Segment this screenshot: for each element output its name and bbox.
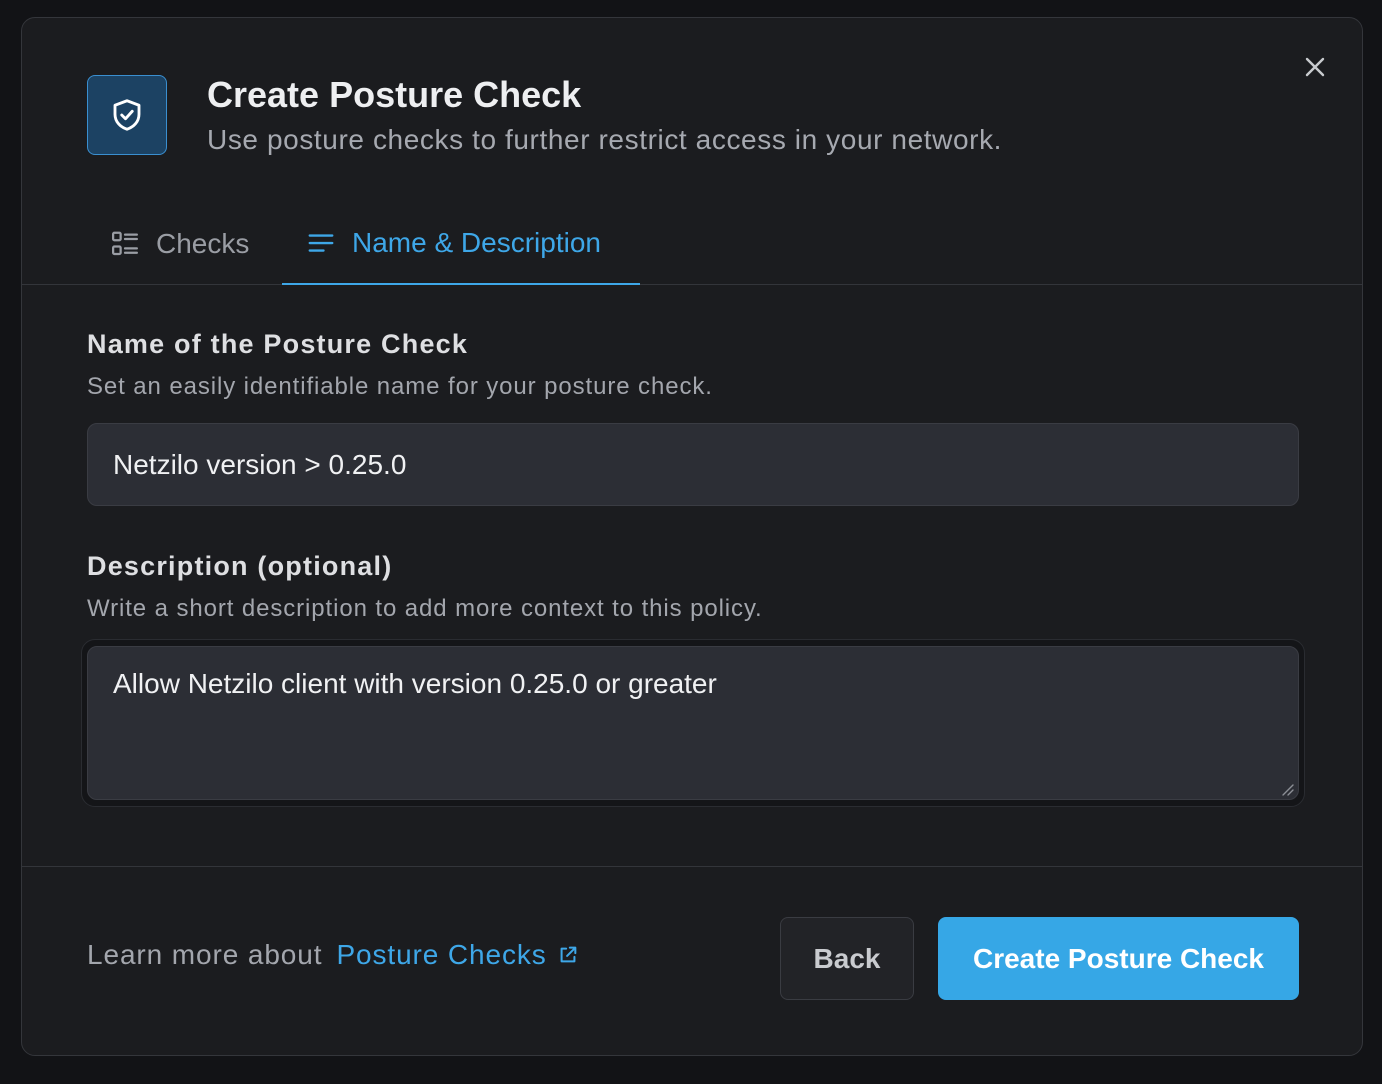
back-button[interactable]: Back: [780, 917, 914, 1000]
dialog-footer: Learn more about Posture Checks Back Cre…: [22, 866, 1362, 1055]
tab-checks-label: Checks: [156, 228, 250, 259]
posture-checks-link-label: Posture Checks: [336, 939, 547, 970]
description-field-help: Write a short description to add more co…: [87, 595, 763, 622]
tab-name-description-label: Name & Description: [352, 227, 601, 258]
create-posture-check-dialog: Create Posture Check Use posture checks …: [21, 17, 1363, 1056]
text-lines-icon: [308, 234, 334, 252]
resize-grip-icon[interactable]: [1280, 782, 1294, 796]
name-field-help: Set an easily identifiable name for your…: [87, 373, 713, 400]
description-field-label: Description (optional): [87, 551, 393, 581]
create-posture-check-button[interactable]: Create Posture Check: [938, 917, 1299, 1000]
external-link-icon: [560, 946, 577, 963]
shield-check-icon: [113, 99, 141, 131]
tab-checks[interactable]: Checks: [110, 203, 249, 285]
dialog-subtitle: Use posture checks to further restrict a…: [207, 124, 1003, 155]
tab-name-description[interactable]: Name & Description: [282, 203, 640, 285]
description-field-focus-ring: Allow Netzilo client with version 0.25.0…: [81, 639, 1305, 807]
close-icon: [1305, 57, 1325, 77]
dialog-title: Create Posture Check: [207, 74, 582, 115]
header-icon-box: [87, 75, 167, 155]
name-field-label: Name of the Posture Check: [87, 329, 469, 359]
checklist-icon: [112, 231, 138, 256]
learn-more-prefix: Learn more about: [87, 939, 323, 970]
tab-bar: Checks Name & Description: [22, 203, 1362, 285]
close-button[interactable]: [1299, 51, 1331, 83]
description-textarea[interactable]: Allow Netzilo client with version 0.25.0…: [87, 646, 1299, 800]
posture-checks-docs-link[interactable]: Posture Checks: [336, 939, 578, 971]
learn-more: Learn more about Posture Checks: [87, 939, 579, 971]
posture-check-name-input[interactable]: [87, 423, 1299, 506]
